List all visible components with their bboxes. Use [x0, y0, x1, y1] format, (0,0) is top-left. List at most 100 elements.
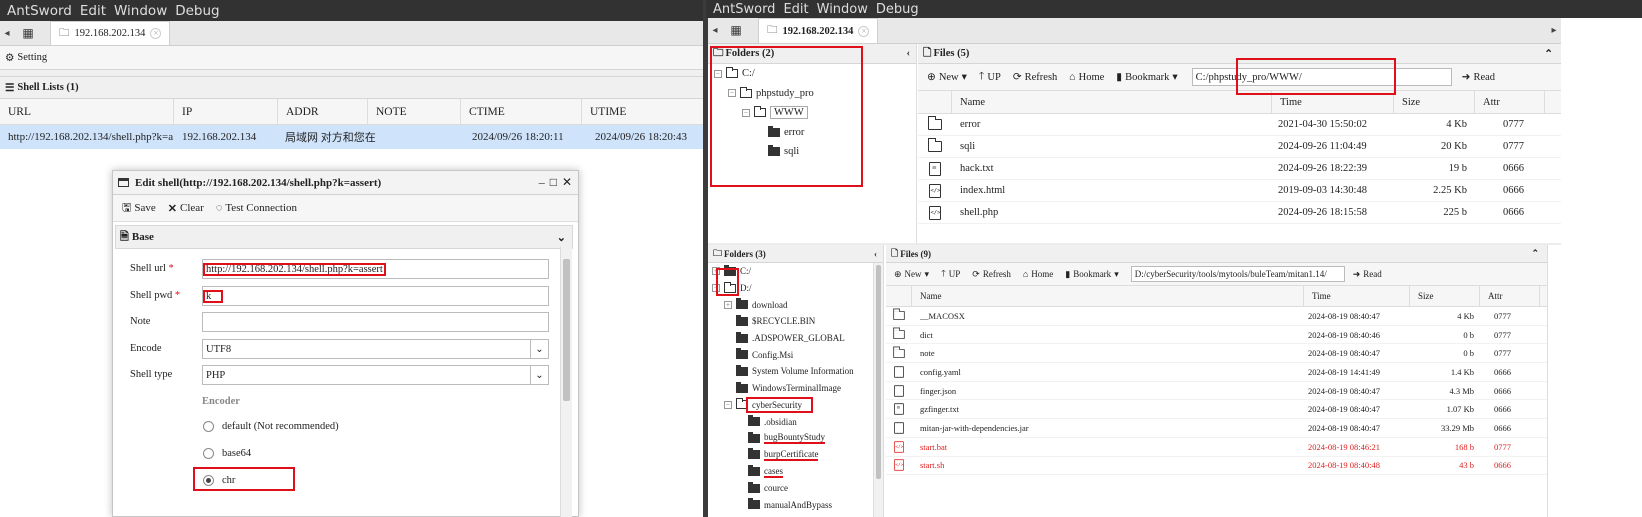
menu-antsword[interactable]: AntSword: [7, 3, 72, 19]
close-icon[interactable]: ×: [858, 25, 870, 37]
tree-node[interactable]: burpCertificate: [708, 447, 883, 464]
maximize-icon[interactable]: □: [550, 175, 557, 190]
file-row[interactable]: shell.php 2024-09-26 18:15:58 225 b 0666: [918, 202, 1561, 224]
home-button[interactable]: ⌂ Home: [1069, 72, 1104, 83]
menu-edit[interactable]: Edit: [80, 3, 106, 19]
menu-debug[interactable]: Debug: [175, 3, 219, 19]
tree-node-label: $RECYCLE.BIN: [752, 316, 816, 327]
col-name[interactable]: Name: [952, 91, 1272, 113]
note-input[interactable]: [202, 312, 549, 332]
col-attr[interactable]: Attr: [1480, 286, 1540, 306]
menu-window[interactable]: Window: [817, 2, 868, 17]
file-row[interactable]: mitan-jar-with-dependencies.jar 2024-08-1…: [886, 419, 1547, 438]
refresh-button[interactable]: ⟳ Refresh: [972, 269, 1011, 280]
menu-debug[interactable]: Debug: [876, 2, 919, 17]
home-button[interactable]: ⌂ Home: [1023, 269, 1053, 279]
tree-node[interactable]: + download: [708, 296, 883, 313]
file-row[interactable]: start.sh 2024-08-19 08:40:48 43 b 0666: [886, 457, 1547, 476]
collapse-left-icon[interactable]: ‹: [874, 249, 877, 259]
col-attr[interactable]: Attr: [1475, 91, 1545, 113]
file-row[interactable]: start.bat 2024-08-19 08:46:21 168 b 0777: [886, 438, 1547, 457]
tree-node[interactable]: System Volume Information: [708, 363, 883, 380]
shell-type-select[interactable]: PHP ⌄: [202, 365, 549, 385]
grid-icon[interactable]: ▦: [722, 23, 750, 38]
col-size[interactable]: Size: [1410, 286, 1480, 306]
tree-node[interactable]: $RECYCLE.BIN: [708, 313, 883, 330]
collapse-left-icon[interactable]: ‹: [907, 48, 911, 59]
menu-window[interactable]: Window: [114, 3, 167, 19]
file-row[interactable]: index.html 2019-09-03 14:30:48 2.25 Kb 0666: [918, 180, 1561, 202]
up-button[interactable]: 🡑 UP: [979, 68, 1001, 86]
menu-antsword[interactable]: AntSword: [713, 2, 775, 17]
file-row[interactable]: sqli 2024-09-26 11:04:49 20 Kb 0777: [918, 136, 1561, 158]
read-button[interactable]: ➜ Read: [1353, 269, 1382, 280]
col-ctime[interactable]: CTIME: [461, 99, 582, 124]
refresh-button[interactable]: ⟳ Refresh: [1013, 71, 1057, 84]
encoder-option-default[interactable]: default (Not recommended): [203, 421, 339, 432]
file-attr: 0777: [1494, 310, 1511, 321]
path-input[interactable]: D:/cyberSecurity/tools/mytools/buleTeam/…: [1130, 266, 1345, 282]
bookmark-button[interactable]: ▮ Bookmark ▾: [1065, 269, 1118, 280]
file-row[interactable]: note 2024-08-19 08:40:47 0 b 0777: [886, 344, 1547, 364]
tree-node[interactable]: bugBountyStudy: [708, 430, 883, 447]
scroll-thumb[interactable]: [563, 259, 570, 401]
setting-bar[interactable]: ⚙ Setting: [0, 46, 703, 70]
tab-scroll-right-icon[interactable]: ▸: [1547, 25, 1561, 36]
clear-button[interactable]: ✕ Clear: [168, 202, 204, 215]
col-utime[interactable]: UTIME: [582, 99, 703, 124]
expander-icon[interactable]: +: [724, 300, 732, 309]
dialog-scrollbar[interactable]: [560, 247, 572, 517]
file-row[interactable]: config.yaml 2024-08-19 14:41:49 1.4 Kb 0666: [886, 363, 1547, 382]
file-row[interactable]: dict 2024-08-19 08:40:46 0 b 0777: [886, 326, 1547, 345]
file-row[interactable]: hack.txt 2024-09-26 18:22:39 19 b 0666: [918, 158, 1561, 180]
bookmark-button[interactable]: ▮ Bookmark ▾: [1116, 71, 1177, 84]
file-row[interactable]: gzfinger.txt 2024-08-19 08:40:47 1.07 Kb 06…: [886, 400, 1547, 420]
col-url[interactable]: URL: [0, 99, 174, 124]
up-button[interactable]: 🡑 UP: [941, 266, 960, 282]
tab-host[interactable]: 🗀 192.168.202.134 ×: [50, 21, 171, 45]
col-note[interactable]: NOTE: [368, 99, 461, 124]
base-section-header[interactable]: 🗎 Base ⌄: [115, 225, 573, 249]
save-button[interactable]: 🖫 Save: [122, 199, 156, 218]
file-row[interactable]: __MACOSX 2024-08-19 08:40:47 4 Kb 0777: [886, 307, 1547, 326]
encoder-option-base64[interactable]: base64: [203, 448, 251, 459]
tree-node[interactable]: Config.Msi: [708, 346, 883, 363]
read-button[interactable]: ➜ Read: [1462, 71, 1495, 84]
tree-scrollbar[interactable]: [873, 263, 883, 517]
tree-node[interactable]: WindowsTerminalImage: [708, 380, 883, 397]
col-addr[interactable]: ADDR: [278, 99, 368, 124]
close-icon[interactable]: ✕: [562, 175, 572, 190]
collapse-up-icon[interactable]: ⌃: [1531, 248, 1539, 259]
dialog-titlebar[interactable]: Edit shell(http://192.168.202.134/shell.…: [113, 171, 578, 195]
collapse-up-icon[interactable]: ⌃: [1544, 48, 1553, 60]
table-row[interactable]: http://192.168.202.134/shell.php?k=a 192…: [0, 125, 703, 149]
expander-icon[interactable]: −: [724, 400, 732, 409]
folders-title: Folders (3): [724, 248, 766, 259]
tree-node[interactable]: .obsidian: [708, 413, 883, 430]
col-size[interactable]: Size: [1394, 91, 1475, 113]
test-connection-button[interactable]: ◌ Test Connection: [216, 202, 297, 214]
tab-scroll-left-icon[interactable]: ◂: [708, 25, 722, 36]
grid-icon[interactable]: ▦: [14, 26, 42, 41]
tree-node[interactable]: cases: [708, 463, 883, 480]
chr-highlight: [193, 467, 295, 491]
minimize-icon[interactable]: –: [539, 175, 545, 190]
tab-scroll-left-icon[interactable]: ◂: [0, 28, 14, 39]
close-icon[interactable]: ×: [150, 28, 162, 39]
new-button[interactable]: ⊕ New ▾: [894, 269, 929, 280]
col-ip[interactable]: IP: [174, 99, 278, 124]
tree-node[interactable]: cource: [708, 480, 883, 497]
tree-node[interactable]: manualAndBypass: [708, 497, 883, 514]
file-row[interactable]: finger.json 2024-08-19 08:40:47 4.3 Mb 0666: [886, 382, 1547, 401]
tree-node[interactable]: .ADSPOWER_GLOBAL: [708, 330, 883, 347]
col-name[interactable]: Name: [912, 286, 1304, 306]
file-row[interactable]: error 2021-04-30 15:50:02 4 Kb 0777: [918, 114, 1561, 136]
encode-select[interactable]: UTF8 ⌄: [202, 339, 549, 359]
menu-edit[interactable]: Edit: [783, 2, 808, 17]
scroll-thumb[interactable]: [876, 265, 881, 479]
shell-url-input[interactable]: http://192.168.202.134/shell.php?k=asser…: [202, 259, 549, 279]
col-time[interactable]: Time: [1304, 286, 1410, 306]
shell-pwd-input[interactable]: k: [202, 286, 549, 306]
new-button[interactable]: ⊕ New ▾: [927, 71, 967, 84]
tab-host[interactable]: 🗀 192.168.202.134 ×: [758, 18, 879, 43]
